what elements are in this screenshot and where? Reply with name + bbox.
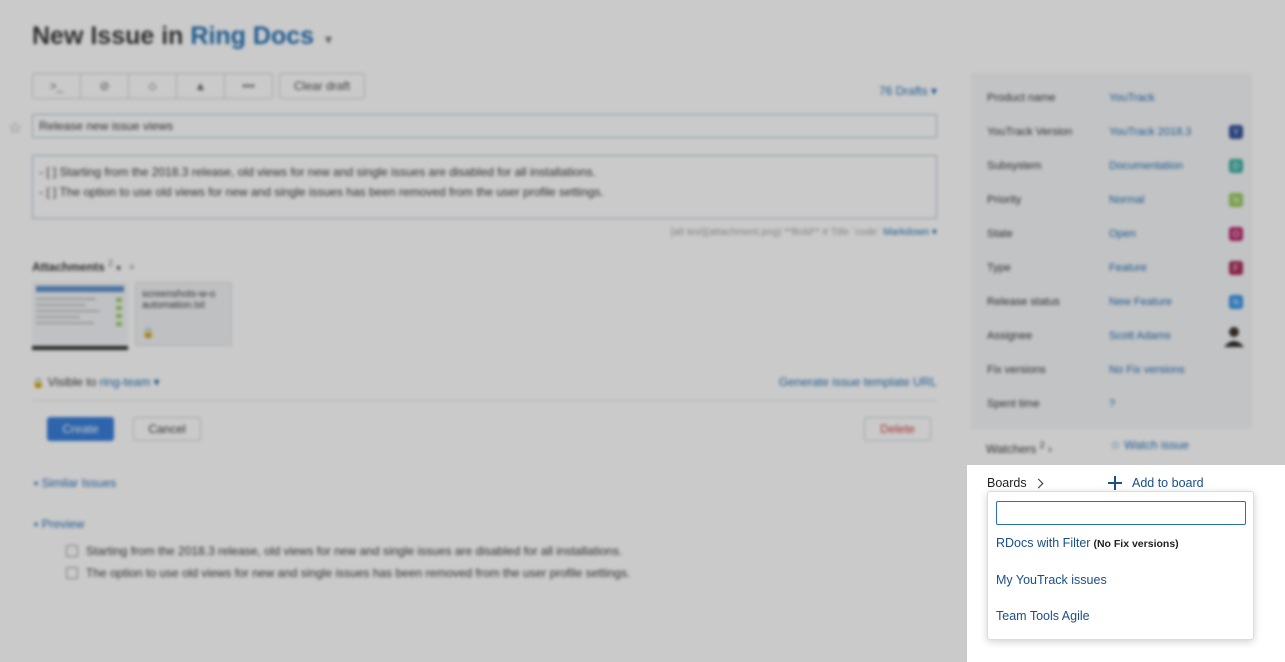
- field-name: Spent time: [987, 398, 1040, 410]
- watchers-label: Watchers: [986, 442, 1037, 456]
- field-value[interactable]: Open: [1109, 228, 1136, 240]
- board-option[interactable]: RDocs with Filter (No Fix versions): [996, 536, 1179, 550]
- field-color-badge: F: [1229, 261, 1243, 275]
- field-color-badge: N: [1229, 193, 1243, 207]
- avatar: [1224, 327, 1244, 347]
- field-name: Release status: [987, 296, 1060, 308]
- board-search-input[interactable]: [996, 501, 1246, 525]
- field-value[interactable]: Scott Adams: [1109, 330, 1171, 342]
- tag-icon[interactable]: ⬦: [129, 74, 177, 98]
- issue-fields-panel: Product name YouTrack YouTrack Version Y…: [971, 73, 1252, 429]
- title-prefix: New Issue in: [32, 22, 184, 50]
- visible-to-label: Visible to: [47, 375, 97, 389]
- toolbar-button-group: >_ ⊘ ⬦ ▲ •••: [32, 73, 273, 99]
- lock-icon: 🔒: [142, 328, 155, 339]
- board-option-label: RDocs with Filter: [996, 536, 1091, 550]
- attachment-file-card[interactable]: screenshots-w-o automation.txt 🔒: [135, 282, 232, 346]
- star-icon[interactable]: ☆: [8, 118, 22, 138]
- preview-item-text: The option to use old views for new and …: [86, 566, 631, 580]
- chevron-down-icon[interactable]: ▾: [325, 31, 332, 47]
- star-icon: ☆: [1110, 438, 1121, 452]
- field-value[interactable]: New Feature: [1109, 296, 1172, 308]
- delete-button[interactable]: Delete: [864, 417, 931, 441]
- create-button[interactable]: Create: [47, 417, 114, 441]
- boards-label: Boards: [987, 476, 1027, 490]
- board-option[interactable]: My YouTrack issues: [996, 573, 1107, 587]
- visibility-selector: 🔒 Visible to ring-team ▾: [32, 375, 160, 389]
- field-value[interactable]: YouTrack 2018.3: [1109, 126, 1191, 138]
- description-line: - [ ] Starting from the 2018.3 release, …: [39, 165, 596, 179]
- attachment-thumbnail[interactable]: [32, 282, 128, 350]
- link-icon[interactable]: ⊘: [81, 74, 129, 98]
- preview-toggle[interactable]: ▪ Preview: [34, 517, 84, 531]
- attachments-heading: Attachments 2 ▾ +: [32, 258, 135, 274]
- board-option-label: Team Tools Agile: [996, 609, 1090, 623]
- preview-checkbox[interactable]: [66, 567, 78, 579]
- attachments-label: Attachments: [32, 260, 105, 274]
- drafts-dropdown[interactable]: 76 Drafts ▾: [879, 84, 937, 98]
- similar-issues-label: Similar Issues: [41, 476, 117, 490]
- field-color-badge: N: [1229, 295, 1243, 309]
- field-value[interactable]: YouTrack: [1109, 92, 1155, 104]
- visibility-group-dropdown[interactable]: ring-team ▾: [100, 375, 160, 389]
- clear-draft-button[interactable]: Clear draft: [279, 73, 366, 99]
- plus-icon: [1108, 476, 1122, 490]
- field-color-badge: O: [1229, 227, 1243, 241]
- project-link[interactable]: Ring Docs: [190, 22, 314, 50]
- page-title: New Issue in Ring Docs ▾: [32, 22, 332, 51]
- watchers-toggle[interactable]: Watchers 2 ›: [986, 440, 1052, 456]
- field-name: Fix versions: [987, 364, 1046, 376]
- board-option-label: My YouTrack issues: [996, 573, 1107, 587]
- field-name: State: [987, 228, 1013, 240]
- field-value[interactable]: Documentation: [1109, 160, 1183, 172]
- boards-dropdown: RDocs with Filter (No Fix versions) My Yo…: [987, 491, 1254, 640]
- board-option-hint: (No Fix versions): [1093, 538, 1179, 550]
- field-name: Product name: [987, 92, 1056, 104]
- cancel-button[interactable]: Cancel: [133, 417, 201, 441]
- chevron-right-icon: [1033, 478, 1044, 488]
- preview-item: Starting from the 2018.3 release, old vi…: [66, 544, 622, 558]
- similar-issues-toggle[interactable]: ▪ Similar Issues: [34, 476, 116, 490]
- field-value[interactable]: ?: [1109, 398, 1115, 410]
- field-name: Priority: [987, 194, 1022, 206]
- attachment-filename: screenshots-w-o automation.txt: [142, 289, 216, 311]
- field-value[interactable]: No Fix versions: [1109, 364, 1185, 376]
- watchers-count: 2: [1039, 440, 1045, 450]
- field-name: Type: [987, 262, 1011, 274]
- divider: [32, 400, 937, 401]
- lock-icon: 🔒: [32, 378, 45, 389]
- field-color-badge: Y: [1229, 125, 1243, 139]
- more-icon[interactable]: •••: [225, 74, 272, 98]
- user-icon[interactable]: ▲: [177, 74, 225, 98]
- description-textarea[interactable]: - [ ] Starting from the 2018.3 release, …: [32, 155, 937, 219]
- preview-label: Preview: [41, 517, 85, 531]
- field-name: Assignee: [987, 330, 1033, 342]
- preview-checkbox[interactable]: [66, 545, 78, 557]
- field-value[interactable]: Normal: [1109, 194, 1144, 206]
- add-to-board-label: Add to board: [1132, 476, 1204, 490]
- command-icon[interactable]: >_: [33, 74, 81, 98]
- markdown-hint: [alt text](attachment.png) **Bold** # Ti…: [671, 227, 937, 238]
- boards-toggle[interactable]: Boards: [987, 476, 1044, 490]
- field-name: Subsystem: [987, 160, 1042, 172]
- chevron-right-icon: ›: [1047, 442, 1052, 456]
- markdown-hint-text: [alt text](attachment.png) **Bold** # Ti…: [670, 227, 881, 238]
- watch-issue-link[interactable]: ☆ Watch issue: [1110, 438, 1189, 452]
- generate-template-url-link[interactable]: Generate issue template URL: [779, 375, 937, 389]
- field-value[interactable]: Feature: [1109, 262, 1147, 274]
- add-to-board-button[interactable]: Add to board: [1108, 476, 1204, 490]
- add-attachment-icon[interactable]: +: [128, 260, 135, 274]
- summary-input[interactable]: Release new issue views: [32, 114, 937, 138]
- preview-item: The option to use old views for new and …: [66, 566, 630, 580]
- chevron-down-icon[interactable]: ▾: [116, 263, 121, 273]
- markdown-dropdown[interactable]: Markdown ▾: [883, 227, 937, 238]
- attachments-count: 2: [108, 258, 114, 268]
- description-line: - [ ] The option to use old views for ne…: [39, 185, 604, 199]
- board-option[interactable]: Team Tools Agile: [996, 609, 1090, 623]
- field-color-badge: D: [1229, 159, 1243, 173]
- field-name: YouTrack Version: [987, 126, 1073, 138]
- watch-issue-label: Watch issue: [1124, 438, 1190, 452]
- preview-item-text: Starting from the 2018.3 release, old vi…: [86, 544, 623, 558]
- editor-toolbar: >_ ⊘ ⬦ ▲ ••• Clear draft: [32, 73, 366, 99]
